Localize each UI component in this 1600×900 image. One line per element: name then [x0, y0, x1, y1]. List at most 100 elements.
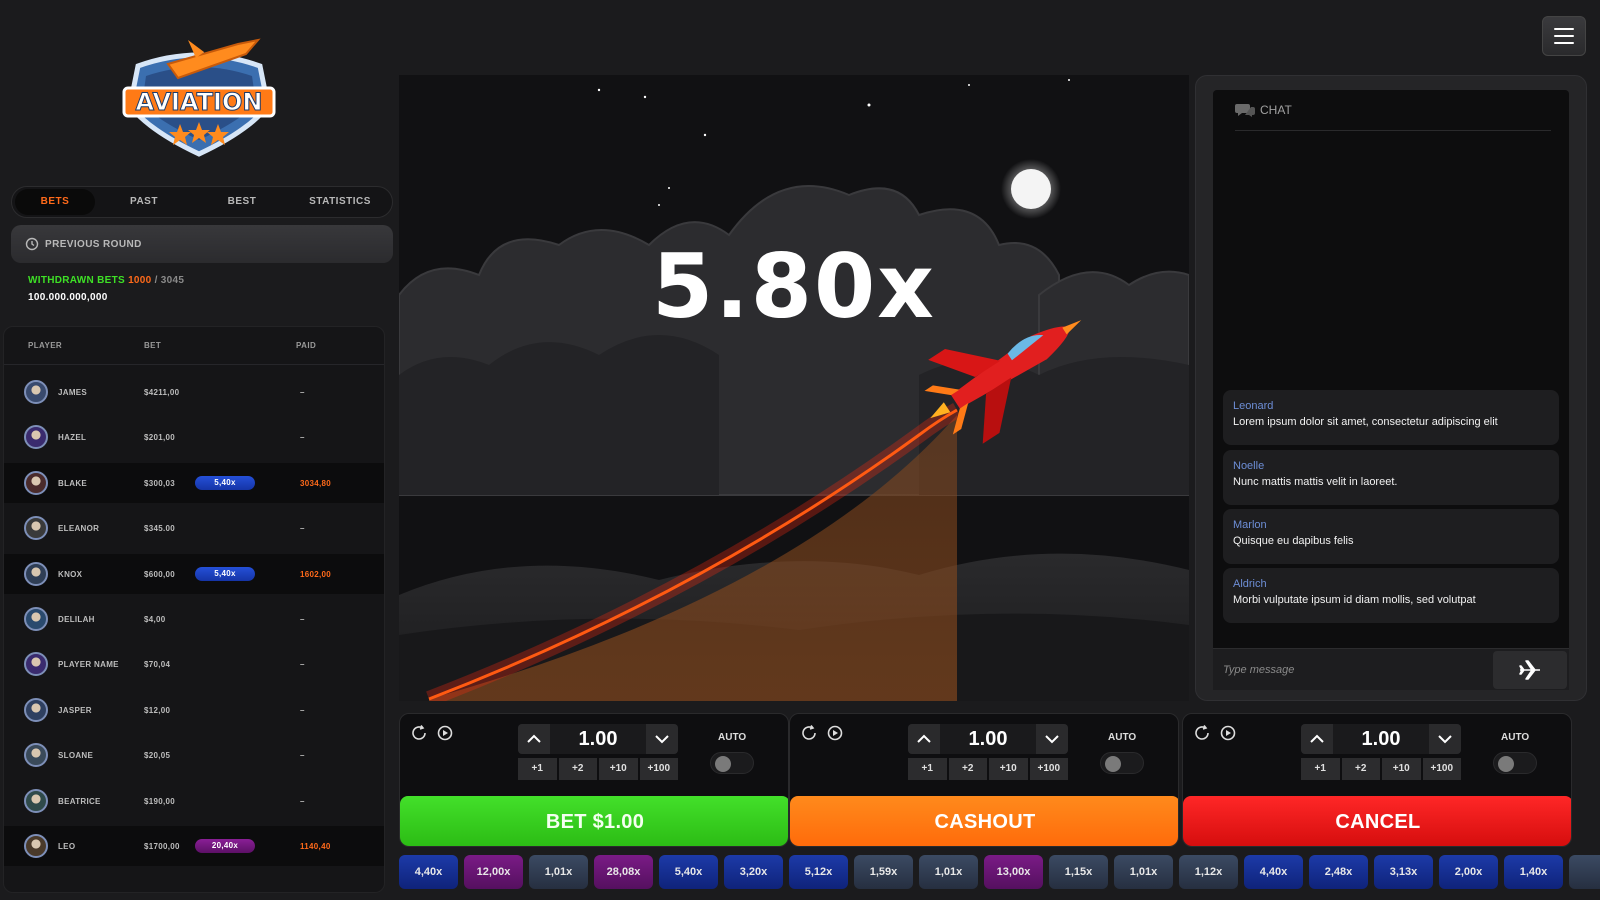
bet-amount: $1700,00: [144, 842, 180, 851]
paid-amount: –: [300, 796, 305, 806]
auto-toggle[interactable]: [1493, 752, 1537, 774]
chevron-down-icon: [1045, 735, 1059, 744]
history-pill[interactable]: 1,12x: [1179, 855, 1238, 889]
game-scene: [399, 75, 1189, 701]
chat-user: Noelle: [1233, 460, 1265, 472]
table-row: SLOANE $20,05 –: [4, 735, 384, 775]
paid-amount: –: [300, 524, 305, 534]
increase-button[interactable]: [908, 724, 940, 754]
history-pill[interactable]: 2,48x: [1309, 855, 1368, 889]
table-row: JASPER $12,00 –: [4, 690, 384, 730]
aviation-logo: AVIATION: [118, 36, 280, 160]
paid-amount: 1140,40: [300, 842, 331, 851]
bet-amount-value[interactable]: 1.00: [550, 724, 646, 754]
chevron-down-icon: [1438, 735, 1452, 744]
reset-icon[interactable]: [800, 724, 818, 742]
bet-button[interactable]: BET $1.00: [400, 796, 788, 846]
bet-amount-value[interactable]: 1.00: [1333, 724, 1429, 754]
tab-best[interactable]: BEST: [193, 189, 291, 215]
bet-panel: 1.00 +1 +2 +10 +100 AUTO CANCEL: [1182, 713, 1572, 847]
avatar: [24, 834, 48, 858]
reset-icon[interactable]: [1193, 724, 1211, 742]
history-pill[interactable]: 1,01x: [919, 855, 978, 889]
player-name: PLAYER NAME: [58, 660, 119, 670]
replay-icon[interactable]: [436, 724, 454, 742]
decrease-button[interactable]: [646, 724, 678, 754]
bet-amount: $345.00: [144, 524, 176, 534]
avatar: [24, 425, 48, 450]
history-pill[interactable]: 13,00x: [984, 855, 1043, 889]
replay-icon[interactable]: [826, 724, 844, 742]
avatar: [24, 743, 48, 768]
chat-text: Quisque eu dapibus felis: [1233, 535, 1354, 547]
increase-button[interactable]: [1301, 724, 1333, 754]
history-pill[interactable]: 1,01x: [529, 855, 588, 889]
auto-toggle[interactable]: [710, 752, 754, 774]
previous-round-button[interactable]: PREVIOUS ROUND: [11, 225, 393, 263]
quick-add-button[interactable]: +100: [1422, 758, 1461, 780]
quick-add-button[interactable]: +1: [908, 758, 947, 780]
quick-add-button[interactable]: +10: [989, 758, 1028, 780]
chat-message: Noelle Nunc mattis mattis velit in laore…: [1223, 450, 1559, 505]
send-button[interactable]: [1493, 651, 1567, 689]
history-pill[interactable]: 4,40x: [399, 855, 458, 889]
reset-icon[interactable]: [410, 724, 428, 742]
history-pill[interactable]: [1569, 855, 1600, 889]
bets-tabs: BETS PAST BEST STATISTICS: [11, 186, 393, 218]
chat-icon: [1235, 104, 1255, 117]
auto-toggle[interactable]: [1100, 752, 1144, 774]
quick-add-button[interactable]: +2: [558, 758, 597, 780]
history-pill[interactable]: 5,12x: [789, 855, 848, 889]
cashout-button[interactable]: CASHOUT: [790, 796, 1178, 846]
quick-add-button[interactable]: +100: [1029, 758, 1068, 780]
tab-statistics[interactable]: STATISTICS: [291, 189, 389, 215]
quick-add-button[interactable]: +100: [639, 758, 678, 780]
history-pill[interactable]: 12,00x: [464, 855, 523, 889]
increase-button[interactable]: [518, 724, 550, 754]
cancel-button[interactable]: CANCEL: [1183, 796, 1571, 846]
chevron-down-icon: [655, 735, 669, 744]
bets-table: PLAYER BET PAID JAMES $4211,00 – HAZEL $201,…: [3, 326, 385, 893]
paid-amount: –: [300, 615, 305, 624]
history-pill[interactable]: 1,15x: [1049, 855, 1108, 889]
history-pill[interactable]: 3,13x: [1374, 855, 1433, 889]
decrease-button[interactable]: [1429, 724, 1461, 754]
chat-text: Lorem ipsum dolor sit amet, consectetur …: [1233, 416, 1498, 428]
player-name: ELEANOR: [58, 524, 100, 534]
quick-add-button[interactable]: +2: [948, 758, 987, 780]
chat-user: Aldrich: [1233, 578, 1267, 590]
chevron-up-icon: [527, 734, 541, 743]
history-pill[interactable]: 3,20x: [724, 855, 783, 889]
table-row: KNOX $600,00 5,40x 1602,00: [4, 553, 384, 594]
withdrawn-label: WITHDRAWN BETS: [28, 275, 125, 286]
history-pill[interactable]: 4,40x: [1244, 855, 1303, 889]
history-pill[interactable]: 1,01x: [1114, 855, 1173, 889]
bet-amount: $20,05: [144, 751, 171, 761]
history-pill[interactable]: 2,00x: [1439, 855, 1498, 889]
history-pill[interactable]: 28,08x: [594, 855, 653, 889]
game-canvas: 5.80x: [399, 75, 1189, 701]
header-paid: PAID: [296, 341, 317, 350]
plane-send-icon: [1519, 660, 1540, 680]
history-pill[interactable]: 1,40x: [1504, 855, 1563, 889]
header-bet: BET: [144, 341, 162, 350]
quick-add-button[interactable]: +1: [518, 758, 557, 780]
auto-label: AUTO: [718, 732, 747, 743]
bet-amount: $70,04: [144, 660, 171, 670]
history-pill[interactable]: 1,59x: [854, 855, 913, 889]
quick-add-button[interactable]: +2: [1341, 758, 1380, 780]
bet-amount-value[interactable]: 1.00: [940, 724, 1036, 754]
chat-input-bar: [1213, 648, 1569, 690]
quick-add-button[interactable]: +10: [1382, 758, 1421, 780]
history-pill[interactable]: 5,40x: [659, 855, 718, 889]
decrease-button[interactable]: [1036, 724, 1068, 754]
quick-add-button[interactable]: +10: [599, 758, 638, 780]
chat-message-input[interactable]: [1223, 658, 1473, 682]
replay-icon[interactable]: [1219, 724, 1237, 742]
chat-user: Leonard: [1233, 400, 1274, 412]
quick-add-button[interactable]: +1: [1301, 758, 1340, 780]
bet-amount: $190,00: [144, 796, 176, 806]
tab-past[interactable]: PAST: [95, 189, 193, 215]
menu-button[interactable]: [1542, 16, 1586, 56]
tab-bets[interactable]: BETS: [15, 189, 95, 215]
